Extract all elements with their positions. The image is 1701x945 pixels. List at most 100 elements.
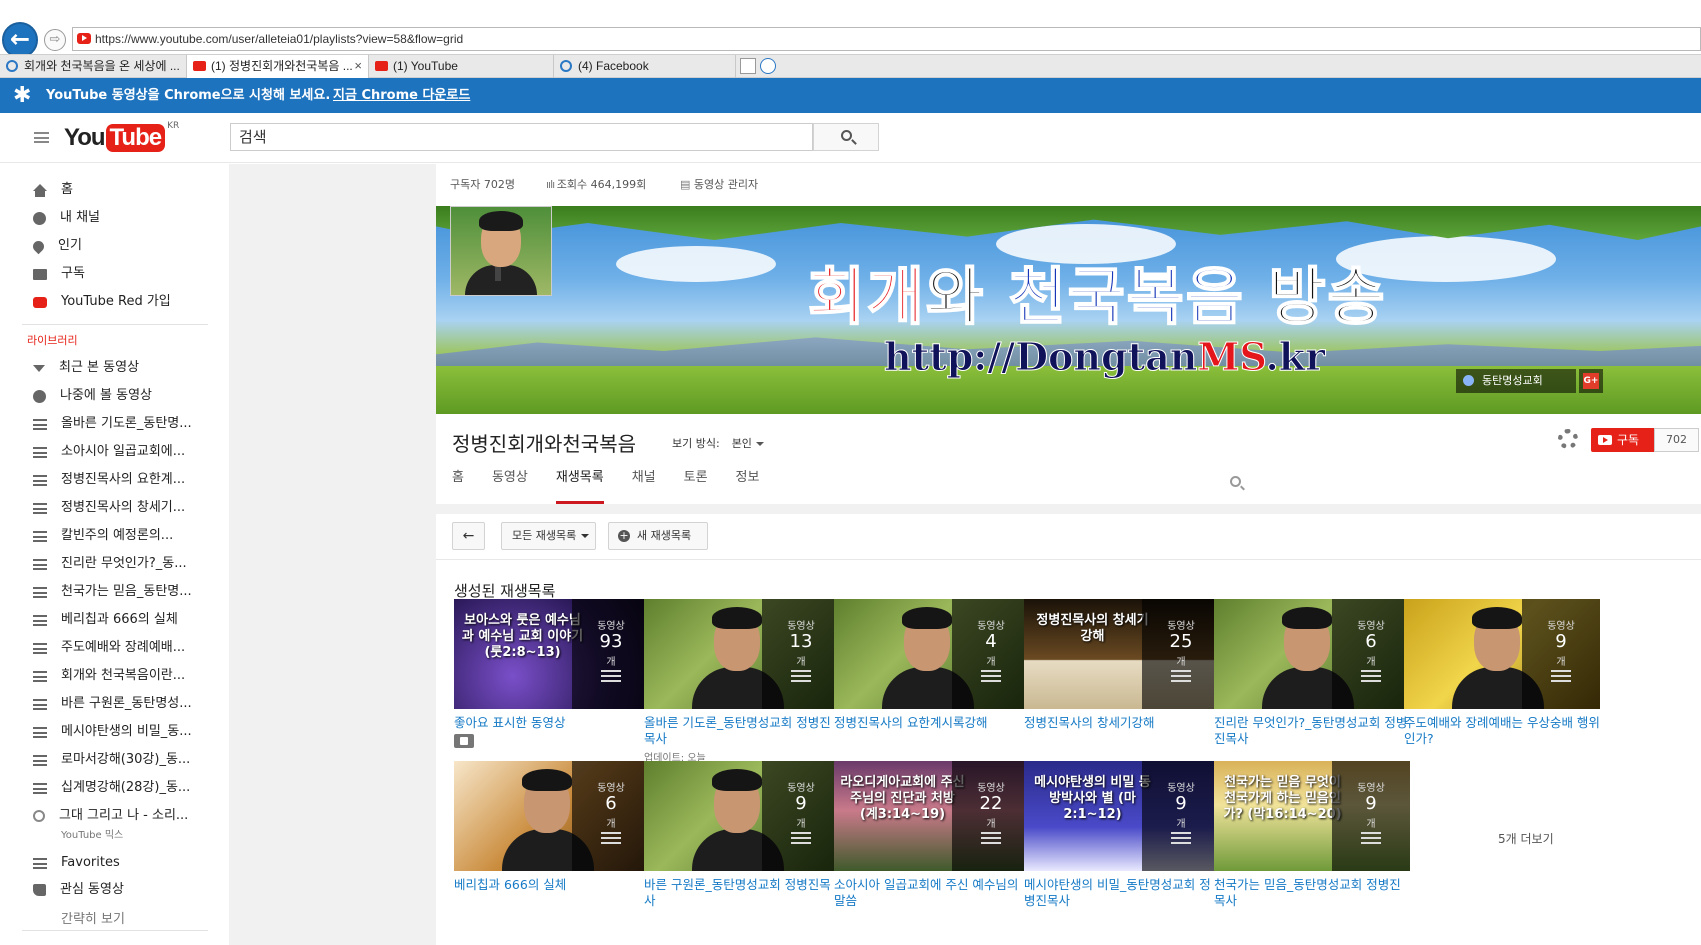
back-button[interactable]: ←: [452, 522, 485, 550]
playlist-thumbnail[interactable]: 동영상 6 개: [1214, 599, 1410, 709]
sidebar-item[interactable]: 칼빈주의 예정론의...: [33, 526, 173, 546]
sidebar-item[interactable]: 나중에 볼 동영상: [33, 386, 152, 406]
playlist-card[interactable]: 정병진목사의 창세기 강해 동영상 25 개정병진목사의 창세기강해: [1024, 599, 1220, 731]
playlist-card[interactable]: 메시야탄생의 비밀 동방박사와 별 (마2:1~12) 동영상 9 개 메시야탄생의 비…: [1024, 761, 1220, 909]
playlist-title-link[interactable]: 베리칩과 666의 실체: [454, 877, 650, 893]
playlist-thumbnail[interactable]: 동영상 9 개: [1404, 599, 1600, 709]
sidebar-item[interactable]: 십계명강해(28강)_동...: [33, 778, 190, 798]
sidebar-item[interactable]: 베리칩과 666의 실체: [33, 610, 178, 630]
sidebar-item[interactable]: 천국가는 믿음_동탄명...: [33, 582, 192, 602]
sidebar-item[interactable]: 최근 본 동영상: [33, 358, 139, 378]
sidebar-item-label: 관심 동영상: [60, 882, 124, 897]
show-less-link[interactable]: 간략히 보기: [61, 908, 125, 927]
channel-search-icon[interactable]: [1230, 476, 1241, 487]
video-count-label: 동영상: [1357, 783, 1385, 794]
playlist-card[interactable]: 동영상 6 개진리란 무엇인가?_동탄명성교회 정병진목사: [1214, 599, 1410, 747]
address-bar[interactable]: https://www.youtube.com/user/alleteia01/…: [72, 27, 1701, 51]
sidebar-item[interactable]: 올바른 기도론_동탄명...: [33, 414, 192, 434]
sidebar-item[interactable]: 내 채널: [33, 208, 100, 228]
close-tab-icon[interactable]: ×: [354, 55, 362, 77]
playlist-card[interactable]: 동영상 9 개바른 구원론_동탄명성교회 정병진목사: [644, 761, 840, 909]
sidebar-item[interactable]: 홈: [33, 180, 73, 200]
playlist-title-link[interactable]: 소아시아 일곱교회에 주신 예수님의 말씀: [834, 877, 1030, 909]
playlist-title-link[interactable]: 바른 구원론_동탄명성교회 정병진목사: [644, 877, 840, 909]
new-tab-icon[interactable]: [740, 58, 756, 74]
playlist-thumbnail[interactable]: 보아스와 룻은 예수님과 예수님 교회 이야기 (룻2:8~13) 동영상 93 개: [454, 599, 650, 709]
playlist-title-link[interactable]: 주도예배와 장례예배는 우상숭배 행위인가?: [1404, 715, 1600, 747]
playlist-thumbnail[interactable]: 동영상 4 개: [834, 599, 1030, 709]
logo-you-text: You: [64, 124, 106, 151]
playlist-thumbnail[interactable]: 메시야탄생의 비밀 동방박사와 별 (마2:1~12) 동영상 9 개: [1024, 761, 1220, 871]
address-url: https://www.youtube.com/user/alleteia01/…: [95, 32, 464, 46]
show-more-link[interactable]: 5개 더보기: [1498, 830, 1554, 847]
sidebar-item[interactable]: 소아시아 일곱교회에...: [33, 442, 185, 462]
channel-tab[interactable]: 동영상: [492, 464, 528, 504]
channel-settings-gear-icon[interactable]: [1558, 429, 1578, 449]
sidebar-item[interactable]: 정병진목사의 요한계...: [33, 470, 185, 490]
playlist-title-link[interactable]: 천국가는 믿음_동탄명성교회 정병진목사: [1214, 877, 1410, 909]
playlist-title-link[interactable]: 메시야탄생의 비밀_동탄명성교회 정병진목사: [1024, 877, 1220, 909]
sidebar-item[interactable]: Favorites: [33, 853, 120, 873]
youtube-logo[interactable]: You Tube KR: [64, 121, 179, 153]
channel-tab[interactable]: 재생목록: [555, 464, 604, 504]
sidebar-item[interactable]: 회개와 천국복음이란...: [33, 666, 185, 686]
sidebar-item[interactable]: 구독: [33, 264, 85, 284]
youtube-red-icon: [33, 296, 47, 308]
banner-url: http://DongtanMS.kr: [883, 334, 1325, 380]
playlist-thumbnail[interactable]: 동영상 6 개: [454, 761, 650, 871]
playlist-card[interactable]: 동영상 6 개베리칩과 666의 실체: [454, 761, 650, 893]
playlist-thumbnail[interactable]: 라오디게아교회에 주신 주님의 진단과 처방 (계3:14~19) 동영상 22 개: [834, 761, 1030, 871]
channel-tab[interactable]: 홈: [452, 464, 464, 504]
playlist-card[interactable]: 동영상 13 개 올바른 기도론_동탄명성교회 정병진목사 업데이트: 오늘: [644, 599, 840, 764]
view-as-selector[interactable]: 보기 방식: 본인: [672, 435, 764, 451]
channel-avatar[interactable]: [450, 206, 552, 296]
sidebar-item[interactable]: YouTube Red 가입: [33, 292, 171, 312]
sidebar-item[interactable]: 로마서강해(30강)_동...: [33, 750, 190, 770]
browser-tab[interactable]: (1) YouTube: [369, 55, 554, 78]
browser-back-button[interactable]: ←: [2, 22, 38, 58]
browser-forward-button[interactable]: ⇨: [44, 29, 66, 51]
all-playlists-dropdown[interactable]: 모든 재생목록: [501, 522, 596, 550]
sidebar-item[interactable]: 그대 그리고 나 - 소리...: [33, 806, 188, 826]
sidebar-item[interactable]: 메시야탄생의 비밀_동...: [33, 722, 192, 742]
guide-menu-icon[interactable]: [34, 132, 49, 143]
ie-icon[interactable]: [760, 58, 776, 74]
browser-tab[interactable]: (1) 정병진회개와천국복음 ... ×: [187, 55, 369, 78]
playlist-card[interactable]: 천국가는 믿음 무엇이 천국가게 하는 믿음인가? (막16:14~20) 동영상…: [1214, 761, 1410, 909]
playlist-thumbnail[interactable]: 동영상 9 개: [644, 761, 840, 871]
playlist-card[interactable]: 동영상 4 개정병진목사의 요한계시록강해: [834, 599, 1030, 731]
sidebar-item[interactable]: 정병진목사의 창세기...: [33, 498, 185, 518]
sidebar-item[interactable]: 관심 동영상: [33, 880, 124, 900]
playlist-card[interactable]: 라오디게아교회에 주신 주님의 진단과 처방 (계3:14~19) 동영상 22 개소…: [834, 761, 1030, 909]
playlist-thumbnail[interactable]: 천국가는 믿음 무엇이 천국가게 하는 믿음인가? (막16:14~20) 동영상…: [1214, 761, 1410, 871]
sidebar-item[interactable]: 주도예배와 장례예배...: [33, 638, 185, 658]
sidebar-item[interactable]: 진리란 무엇인가?_동...: [33, 554, 187, 574]
playlist-title-link[interactable]: 진리란 무엇인가?_동탄명성교회 정병진목사: [1214, 715, 1410, 747]
channel-tab[interactable]: 채널: [632, 464, 656, 504]
playlist-title-link[interactable]: 정병진목사의 창세기강해: [1024, 715, 1220, 731]
channel-tab[interactable]: 정보: [736, 464, 760, 504]
search-input[interactable]: 검색: [230, 123, 813, 151]
search-button[interactable]: [813, 123, 879, 151]
promo-message: YouTube 동영상을 Chrome으로 시청해 보세요.: [46, 88, 331, 103]
playlist-title-link[interactable]: 올바른 기도론_동탄명성교회 정병진목사: [644, 715, 840, 747]
google-plus-link[interactable]: G+: [1579, 369, 1603, 393]
playlist-thumbnail[interactable]: 동영상 13 개: [644, 599, 840, 709]
channel-tab[interactable]: 토론: [684, 464, 708, 504]
new-playlist-button[interactable]: + 새 재생목록: [608, 522, 708, 550]
playlist-card[interactable]: 동영상 9 개주도예배와 장례예배는 우상숭배 행위인가?: [1404, 599, 1600, 747]
playlist-card[interactable]: 보아스와 룻은 예수님과 예수님 교회 이야기 (룻2:8~13) 동영상 93 개좋…: [454, 599, 650, 752]
thumbnail-caption: 메시야탄생의 비밀 동방박사와 별 (마2:1~12): [1034, 775, 1151, 822]
video-manager-link[interactable]: ▤ 동영상 관리자: [680, 164, 758, 206]
sidebar-item[interactable]: 바른 구원론_동탄명성...: [33, 694, 192, 714]
sidebar-item[interactable]: 인기: [30, 236, 82, 256]
banner-website-link[interactable]: 동탄명성교회: [1456, 369, 1576, 393]
chrome-download-link[interactable]: 지금 Chrome 다운로드: [333, 78, 470, 113]
browser-tab[interactable]: 회개와 천국복음을 온 세상에 ...: [0, 55, 187, 78]
channel-stats: 구독자 702명 ıılı 조회수 464,199회 ▤ 동영상 관리자: [436, 164, 1701, 206]
playlist-title-link[interactable]: 정병진목사의 요한계시록강해: [834, 715, 1030, 731]
subscribe-button[interactable]: 구독: [1591, 428, 1654, 452]
playlist-thumbnail[interactable]: 정병진목사의 창세기 강해 동영상 25 개: [1024, 599, 1220, 709]
browser-tab[interactable]: (4) Facebook: [554, 55, 736, 78]
playlist-title-link[interactable]: 좋아요 표시한 동영상: [454, 715, 650, 731]
